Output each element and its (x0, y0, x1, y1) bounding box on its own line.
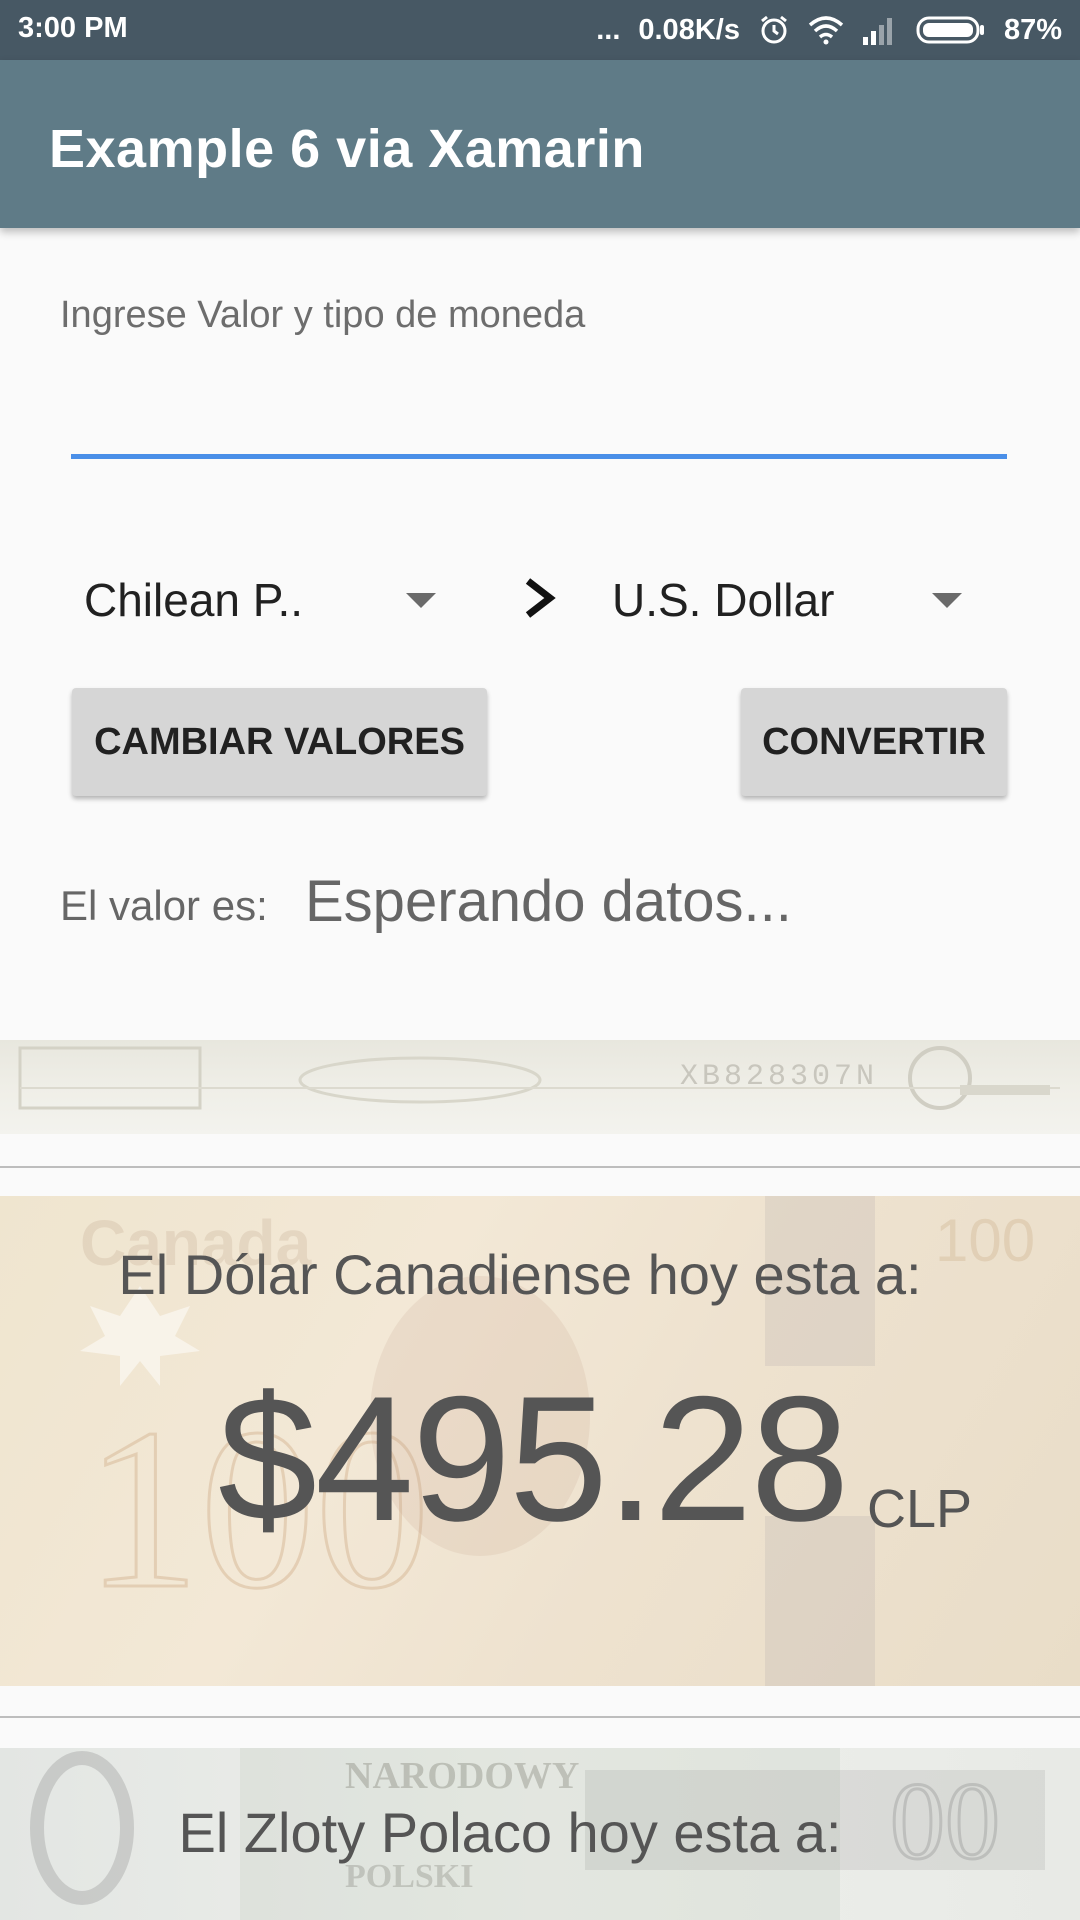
cad-rate-title: El Dólar Canadiense hoy esta a: (118, 1243, 922, 1306)
cad-rate-card[interactable]: Canada 100 100 El Dólar Canadiense hoy e… (0, 1196, 1080, 1686)
pln-rate-card[interactable]: 00 NARODOWY POLSKI El Zloty Polaco hoy e… (0, 1748, 1080, 1920)
status-bar: 3:00 PM ... 0.08K/s 87% (0, 0, 1080, 60)
dropdown-caret-icon (932, 593, 962, 608)
value-input[interactable] (71, 380, 1007, 459)
to-currency-value: U.S. Dollar (612, 574, 835, 626)
banknote-serial: XB828307N (680, 1060, 879, 1094)
app-bar: Example 6 via Xamarin (0, 60, 1080, 228)
convert-button[interactable]: CONVERTIR (741, 688, 1007, 796)
list-divider (0, 1166, 1080, 1168)
to-currency-spinner[interactable]: U.S. Dollar (612, 560, 972, 640)
value-prompt-label: Ingrese Valor y tipo de moneda (60, 294, 586, 336)
battery-icon (916, 16, 984, 44)
app-title: Example 6 via Xamarin (49, 119, 645, 179)
network-speed: 0.08K/s (638, 13, 740, 46)
banknote-watermark-top: NARODOWY (345, 1755, 580, 1797)
cad-rate-value: $495.28 (218, 1359, 849, 1558)
banknote-image-strip: XB828307N (0, 1040, 1080, 1134)
status-dots: ... (596, 13, 621, 46)
result-label: El valor es: (60, 882, 268, 929)
alarm-icon (761, 15, 787, 44)
dropdown-caret-icon (406, 593, 436, 608)
banknote-pattern-icon (18, 1046, 1060, 1110)
swap-values-button[interactable]: CAMBIAR VALORES (72, 688, 487, 796)
pln-rate-title: El Zloty Polaco hoy esta a: (178, 1801, 842, 1864)
from-currency-spinner[interactable]: Chilean P.. (84, 560, 444, 640)
battery-percent: 87% (1003, 13, 1062, 46)
status-icons: ... 0.08K/s 87% (578, 12, 1062, 48)
signal-icon (862, 18, 892, 45)
cad-rate-unit: CLP (867, 1479, 973, 1539)
status-time: 3:00 PM (18, 12, 128, 44)
result-value: Esperando datos... (305, 869, 792, 934)
arrow-right-icon (525, 578, 556, 618)
wifi-icon (808, 16, 844, 45)
from-currency-value: Chilean P.. (84, 574, 304, 626)
list-divider (0, 1716, 1080, 1718)
